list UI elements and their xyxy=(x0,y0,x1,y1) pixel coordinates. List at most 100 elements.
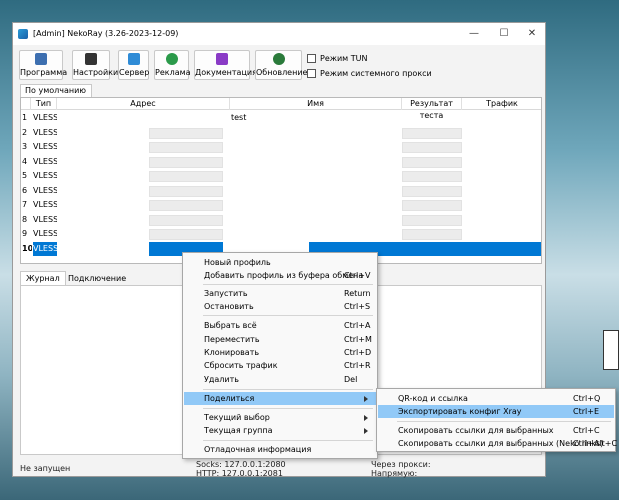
server-button[interactable]: Сервер xyxy=(118,50,149,80)
menu-item-share[interactable]: Поделиться xyxy=(184,392,376,405)
server-table: Тип Адрес Имя Результат теста Трафик 1 VL… xyxy=(20,97,542,264)
status-state: Не запущен xyxy=(20,464,71,473)
submenu-item-copy-neko-links[interactable]: Скопировать ссылки для выбранных (Neko l… xyxy=(378,437,617,450)
title-bar: [Admin] NekoRay (3.26-2023-12-09) — ☐ ✕ xyxy=(13,23,545,45)
window-title: [Admin] NekoRay (3.26-2023-12-09) xyxy=(33,29,179,38)
system-proxy-label: Режим системного прокси xyxy=(320,68,432,78)
status-http: HTTP: 127.0.0.1:2081 xyxy=(196,469,283,478)
table-row[interactable]: 7 VLESS xyxy=(21,198,541,213)
menu-separator xyxy=(203,408,373,409)
empty-cell xyxy=(402,200,462,211)
cell-type: VLESS xyxy=(33,127,57,137)
row-number: 7 xyxy=(22,200,28,209)
submenu-arrow-icon xyxy=(364,428,368,434)
header-address[interactable]: Адрес xyxy=(57,98,230,110)
cell-name xyxy=(231,227,401,242)
menu-item-move[interactable]: Переместить Ctrl+M xyxy=(184,333,376,346)
cell-type: VLESS xyxy=(33,229,57,238)
row-number: 5 xyxy=(22,171,28,180)
empty-cell xyxy=(402,127,462,139)
close-icon[interactable]: ✕ xyxy=(517,23,547,45)
update-button[interactable]: Обновление xyxy=(255,50,307,80)
tab-default-group[interactable]: По умолчанию xyxy=(20,84,92,97)
table-row[interactable]: 6 VLESS xyxy=(21,184,541,199)
empty-cell xyxy=(402,185,462,197)
checkbox-box[interactable] xyxy=(307,68,316,78)
menu-item-debug-info[interactable]: Отладочная информация xyxy=(184,443,376,456)
table-header: Тип Адрес Имя Результат теста Трафик xyxy=(21,98,541,120)
empty-cell xyxy=(149,171,223,182)
row-number: 8 xyxy=(22,214,28,224)
cell-type: VLESS xyxy=(33,241,57,256)
submenu-arrow-icon xyxy=(364,415,368,421)
empty-cell xyxy=(149,127,223,139)
empty-cell xyxy=(149,142,223,153)
cell-name: test xyxy=(231,113,247,122)
empty-cell xyxy=(402,214,462,226)
minimize-icon[interactable]: — xyxy=(459,23,489,45)
menu-separator xyxy=(203,440,373,441)
menu-item-start[interactable]: Запустить Return xyxy=(184,287,376,300)
row-number: 9 xyxy=(22,229,28,238)
update-icon xyxy=(272,53,285,65)
menu-item-current-group[interactable]: Текущая группа xyxy=(184,424,376,437)
settings-icon xyxy=(85,53,97,65)
cell-name xyxy=(231,184,401,199)
docs-button[interactable]: Документация xyxy=(194,50,257,80)
maximize-icon[interactable]: ☐ xyxy=(489,23,519,45)
submenu-item-qr-link[interactable]: QR-код и ссылка Ctrl+Q xyxy=(378,392,614,405)
header-rownum xyxy=(21,98,31,110)
empty-cell xyxy=(402,229,462,240)
empty-cell xyxy=(149,156,223,168)
table-row[interactable]: 8 VLESS xyxy=(21,213,541,228)
table-row[interactable]: 4 VLESS xyxy=(21,155,541,170)
header-type[interactable]: Тип xyxy=(31,98,57,110)
empty-cell xyxy=(149,229,223,240)
server-icon xyxy=(127,53,140,65)
table-row[interactable]: 2 VLESS xyxy=(21,126,541,141)
menu-item-reset-traffic[interactable]: Сбросить трафик Ctrl+R xyxy=(184,359,376,372)
cell-name xyxy=(231,213,401,228)
empty-cell xyxy=(402,142,462,153)
checkbox-box[interactable] xyxy=(307,53,316,63)
header-name[interactable]: Имя xyxy=(230,98,402,110)
settings-button[interactable]: Настройки xyxy=(72,50,118,80)
menu-item-delete[interactable]: Удалить Del xyxy=(184,373,376,386)
menu-item-new-profile[interactable]: Новый профиль xyxy=(184,256,376,269)
header-traffic[interactable]: Трафик xyxy=(462,98,541,110)
tun-mode-checkbox[interactable]: Режим TUN xyxy=(307,52,367,64)
docs-icon xyxy=(216,53,228,65)
empty-cell xyxy=(149,185,223,197)
system-proxy-checkbox[interactable]: Режим системного прокси xyxy=(307,67,432,79)
table-row[interactable]: 9 VLESS xyxy=(21,227,541,242)
menu-separator xyxy=(203,284,373,285)
cell-type: VLESS xyxy=(33,200,57,209)
submenu-arrow-icon xyxy=(364,396,368,402)
cell-type: VLESS xyxy=(33,171,57,180)
menu-item-clone[interactable]: Клонировать Ctrl+D xyxy=(184,346,376,359)
table-row[interactable]: 3 VLESS xyxy=(21,140,541,155)
program-button[interactable]: Программа xyxy=(19,50,67,80)
cell-type: VLESS xyxy=(33,142,57,151)
empty-cell xyxy=(402,171,462,182)
cell-type: VLESS xyxy=(33,156,57,166)
menu-item-stop[interactable]: Остановить Ctrl+S xyxy=(184,300,376,313)
table-row[interactable]: 5 VLESS xyxy=(21,169,541,184)
submenu-item-export-xray[interactable]: Экспортировать конфиг Xray Ctrl+E xyxy=(378,405,614,418)
submenu-item-copy-links[interactable]: Скопировать ссылки для выбранных Ctrl+C xyxy=(378,424,614,437)
row-number: 6 xyxy=(22,185,28,195)
nekoray-app-icon xyxy=(18,29,28,39)
tab-log[interactable]: Журнал xyxy=(20,271,66,285)
share-submenu: QR-код и ссылка Ctrl+Q Экспортировать кон… xyxy=(376,388,617,452)
empty-cell xyxy=(149,200,223,211)
row-number: 2 xyxy=(22,127,28,137)
menu-item-add-from-clipboard[interactable]: Добавить профиль из буфера обмена Ctrl+V xyxy=(184,269,376,282)
menu-item-current-selection[interactable]: Текущий выбор xyxy=(184,411,376,424)
ads-button[interactable]: Реклама xyxy=(154,50,191,80)
menu-item-select-all[interactable]: Выбрать всё Ctrl+A xyxy=(184,319,376,332)
row-number: 4 xyxy=(22,156,28,166)
menu-separator xyxy=(397,421,611,422)
table-row[interactable]: 1 VLESS test xyxy=(21,111,541,126)
tab-connections[interactable]: Подключение xyxy=(62,271,132,285)
header-test-result[interactable]: Результат теста xyxy=(402,98,462,120)
